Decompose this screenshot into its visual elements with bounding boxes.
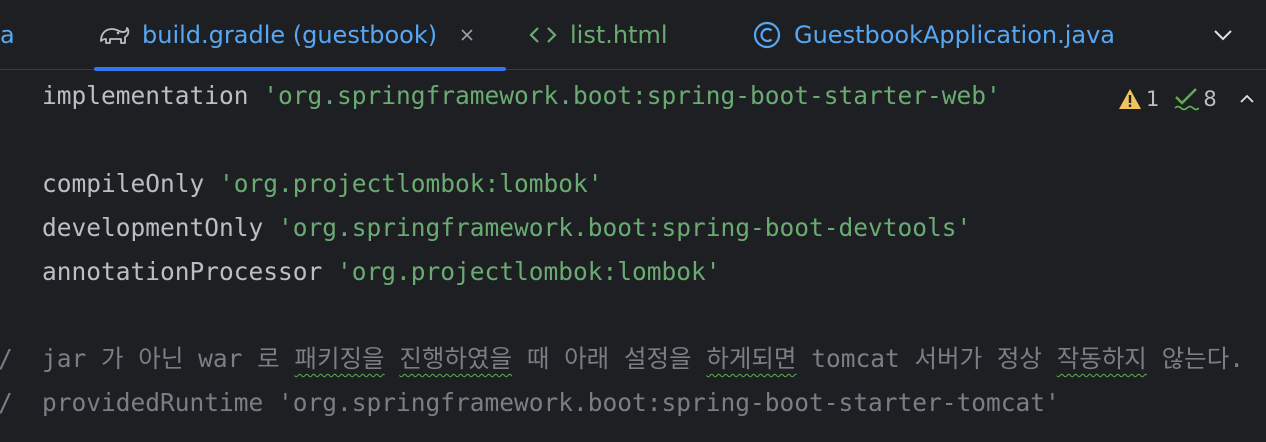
code-line: implementation 'org.springframework.boot…	[0, 78, 1266, 114]
typo-underlined-word: 진행하였을	[399, 344, 513, 373]
inspection-widget: 1 8	[1118, 82, 1257, 116]
java-class-icon	[752, 20, 782, 50]
typo-underlined-word: 작동하지	[1056, 344, 1147, 373]
comment-text: 때 아래 설정을	[512, 344, 707, 373]
code-string: 'org.springframework.boot:spring-boot-st…	[263, 81, 1001, 110]
code-string: 'org.projectlombok:lombok'	[219, 169, 603, 198]
warnings-indicator[interactable]: 1	[1118, 87, 1173, 111]
tab-list-html-label: list.html	[570, 21, 668, 49]
checks-count: 8	[1203, 87, 1217, 111]
code-string: 'org.projectlombok:lombok'	[337, 257, 721, 286]
comment-text	[385, 344, 400, 373]
check-squiggle-icon	[1174, 88, 1200, 111]
comment-text: 않는다.	[1146, 344, 1244, 373]
chevron-up-icon[interactable]	[1237, 89, 1257, 109]
comment-text: jar 가 아닌 war 로	[42, 344, 295, 373]
close-icon[interactable]	[459, 27, 475, 43]
tab-guestbook-application-label: GuestbookApplication.java	[794, 21, 1115, 49]
code-comment-line: / providedRuntime 'org.springframework.b…	[0, 385, 1266, 421]
warning-icon	[1119, 89, 1141, 109]
comment-slash: /	[0, 341, 13, 377]
checks-indicator[interactable]: 8	[1173, 86, 1230, 112]
tab-build-gradle-label: build.gradle (guestbook)	[142, 21, 438, 49]
code-comment-line: / jar 가 아닌 war 로 패키징을 진행하였을 때 아래 설정을 하게되…	[0, 341, 1266, 377]
code-line: compileOnly 'org.projectlombok:lombok'	[0, 166, 1266, 202]
typo-underlined-word: 하게되면	[706, 344, 797, 373]
tab-list-html[interactable]: list.html	[528, 0, 668, 70]
code-keyword: developmentOnly	[42, 213, 264, 242]
comment-text: tomcat 서버가 정상	[796, 344, 1057, 373]
code-editor[interactable]: implementation 'org.springframework.boot…	[0, 71, 1266, 442]
html-brackets-icon	[528, 24, 558, 46]
code-line: annotationProcessor 'org.projectlombok:l…	[0, 254, 1266, 290]
code-line: developmentOnly 'org.springframework.boo…	[0, 210, 1266, 246]
chevron-down-icon[interactable]	[1210, 22, 1236, 48]
tab-guestbook-application[interactable]: GuestbookApplication.java	[752, 0, 1115, 70]
editor-tab-bar: a build.gradle (guestbook) list.html Gue…	[0, 0, 1266, 71]
tab-partial-label: a	[0, 21, 15, 49]
code-keyword: implementation	[42, 81, 249, 110]
comment-text: providedRuntime 'org.springframework.boo…	[42, 388, 1060, 417]
code-keyword: annotationProcessor	[42, 257, 323, 286]
tab-partial-left[interactable]: a	[0, 0, 15, 70]
tab-build-gradle[interactable]: build.gradle (guestbook)	[94, 0, 506, 71]
gradle-elephant-icon	[98, 23, 130, 47]
warnings-count: 1	[1146, 87, 1160, 111]
code-keyword: compileOnly	[42, 169, 205, 198]
typo-underlined-word: 패키징을	[294, 344, 385, 373]
comment-slash: /	[0, 385, 13, 421]
code-string: 'org.springframework.boot:spring-boot-de…	[278, 213, 972, 242]
